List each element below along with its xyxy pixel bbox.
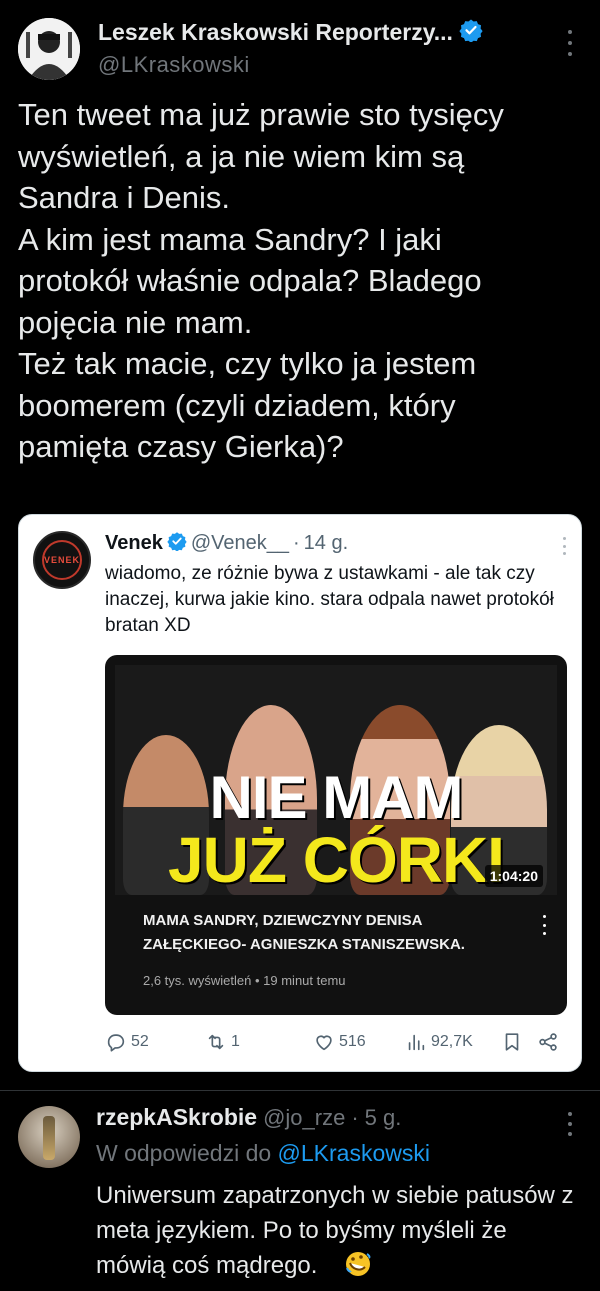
bookmark-button[interactable]	[501, 1031, 523, 1053]
reply-button[interactable]: 52	[105, 1031, 149, 1053]
embedded-video[interactable]: NIE MAM JUŻ CÓRKI 1:04:20 MAMA SANDRY, D…	[105, 655, 567, 1015]
more-icon[interactable]	[541, 915, 547, 935]
video-thumbnail[interactable]: NIE MAM JUŻ CÓRKI 1:04:20	[115, 665, 557, 895]
repost-count: 1	[231, 1033, 240, 1050]
reply-author-handle[interactable]: @jo_rze	[263, 1105, 345, 1131]
reply-text-container: Uniwersum zapatrzonych w siebie patusów …	[96, 1178, 576, 1283]
reply-icon	[107, 1034, 125, 1052]
reply-author-name[interactable]: rzepkASkrobie	[96, 1104, 257, 1131]
reply-separator: ·	[351, 1104, 359, 1130]
repost-button[interactable]: 1	[205, 1031, 240, 1053]
tweet-author-row: Leszek Kraskowski Reporterzy... @LKrasko…	[18, 16, 582, 86]
reply-count: 52	[131, 1033, 149, 1050]
quote-author-avatar[interactable]: VENEK	[33, 531, 91, 589]
video-meta: 2,6 tys. wyświetleń • 19 minut temu	[143, 973, 346, 988]
share-button[interactable]	[537, 1031, 559, 1053]
verified-badge-icon	[167, 531, 187, 556]
reply-author-avatar[interactable]	[18, 1106, 80, 1168]
bookmark-icon	[505, 1033, 519, 1051]
rofl-emoji-icon	[324, 1252, 372, 1279]
quote-action-bar: 52 1 516 92,7K	[105, 1031, 565, 1059]
like-count: 516	[339, 1033, 366, 1050]
replying-to-label: W odpowiedzi do	[96, 1140, 272, 1166]
quote-author-handle[interactable]: @Venek__	[191, 532, 289, 555]
quote-text: wiadomo, ze różnie bywa z ustawkami - al…	[105, 563, 554, 636]
quote-separator: ·	[292, 532, 300, 554]
quote-header: Venek @Venek__ · 14 g.	[105, 531, 348, 556]
author-handle[interactable]: @LKraskowski	[98, 52, 250, 78]
replying-to-mention[interactable]: @LKraskowski	[278, 1140, 430, 1166]
like-icon	[316, 1035, 332, 1051]
repost-icon	[208, 1034, 224, 1050]
quote-avatar-logo: VENEK	[44, 555, 81, 565]
author-avatar[interactable]	[18, 18, 80, 80]
author-name[interactable]: Leszek Kraskowski Reporterzy...	[98, 19, 453, 46]
reply-header: rzepkASkrobie @jo_rze · 5 g.	[96, 1104, 401, 1131]
tweet-divider	[0, 1090, 600, 1091]
view-count: 92,7K	[431, 1033, 473, 1050]
share-icon	[539, 1033, 557, 1051]
quoted-tweet-card[interactable]: VENEK Venek @Venek__ · 14 g. wiadomo, ze…	[18, 514, 582, 1072]
replying-to: W odpowiedzi do @LKraskowski	[96, 1140, 430, 1167]
quote-author-name[interactable]: Venek	[105, 532, 163, 555]
verified-badge-icon	[459, 18, 483, 47]
views-icon	[408, 1034, 425, 1051]
more-icon[interactable]	[566, 1112, 574, 1136]
author-name-line: Leszek Kraskowski Reporterzy...	[98, 18, 483, 47]
video-duration: 1:04:20	[484, 865, 543, 887]
more-icon[interactable]	[561, 537, 567, 555]
reply-time[interactable]: 5 g.	[365, 1105, 402, 1131]
thumbnail-headline-1: NIE MAM	[209, 764, 464, 831]
tweet-text: Ten tweet ma już prawie sto tysięcy wyśw…	[18, 97, 504, 464]
more-icon[interactable]	[566, 30, 574, 56]
views-button[interactable]: 92,7K	[405, 1031, 473, 1053]
like-button[interactable]: 516	[313, 1031, 366, 1053]
video-title[interactable]: MAMA SANDRY, DZIEWCZYNY DENISA ZAŁĘCKIEG…	[143, 909, 513, 957]
quote-time[interactable]: 14 g.	[304, 532, 348, 555]
